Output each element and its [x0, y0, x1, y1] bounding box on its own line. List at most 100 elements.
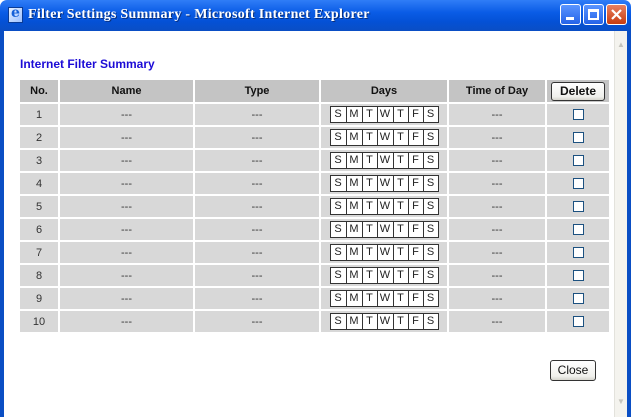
delete-checkbox[interactable]: [572, 293, 584, 305]
day-cell: W: [376, 176, 393, 191]
row-time-of-day: ---: [449, 127, 545, 148]
delete-checkbox[interactable]: [572, 270, 584, 282]
row-type: ---: [195, 219, 319, 240]
day-cell: T: [361, 245, 377, 260]
row-name: ---: [60, 311, 193, 332]
day-cell: W: [376, 291, 393, 306]
day-cell: T: [361, 199, 377, 214]
table-row: 2 --- --- S M T W T F S ---: [20, 127, 609, 148]
day-cell: M: [345, 107, 362, 122]
day-cell: W: [376, 130, 393, 145]
day-cell: W: [376, 245, 393, 260]
day-cell: M: [345, 314, 362, 329]
row-number: 2: [20, 127, 58, 148]
days-grid: SMTWTFS: [329, 152, 439, 169]
row-number: 4: [20, 173, 58, 194]
row-number: 7: [20, 242, 58, 263]
day-cell: T: [361, 130, 377, 145]
row-days: SMTWTFS: [321, 242, 447, 263]
day-cell: S: [422, 314, 438, 329]
row-name: ---: [60, 150, 193, 171]
row-name: ---: [60, 265, 193, 286]
delete-checkbox[interactable]: [572, 109, 584, 121]
row-time-of-day: ---: [449, 288, 545, 309]
delete-button[interactable]: Delete: [551, 81, 605, 101]
day-cell: W: [376, 153, 393, 168]
day-cell: M: [345, 153, 362, 168]
day-cell: T: [361, 314, 377, 329]
scroll-down-arrow-icon[interactable]: ▼: [615, 396, 627, 408]
delete-checkbox[interactable]: [572, 224, 584, 236]
delete-checkbox[interactable]: [572, 247, 584, 259]
table-row: 10 --- --- S M T W T F S ---: [20, 311, 609, 332]
close-button[interactable]: Close: [550, 360, 596, 381]
day-cell: S: [422, 291, 438, 306]
day-cell: M: [345, 176, 362, 191]
row-days: SMTWTFS: [321, 196, 447, 217]
day-cell: F: [407, 245, 423, 260]
row-number: 8: [20, 265, 58, 286]
day-cell: S: [334, 200, 342, 212]
close-icon[interactable]: [606, 4, 627, 25]
day-cell: T: [392, 130, 408, 145]
day-cell: W: [376, 107, 393, 122]
window-title: Filter Settings Summary - Microsoft Inte…: [28, 7, 370, 22]
row-time-of-day: ---: [449, 104, 545, 125]
day-cell: F: [407, 107, 423, 122]
row-type: ---: [195, 311, 319, 332]
scroll-up-arrow-icon[interactable]: ▲: [615, 39, 627, 51]
column-header-time-of-day: Time of Day: [449, 80, 545, 102]
day-cell: W: [376, 268, 393, 283]
delete-checkbox[interactable]: [572, 178, 584, 190]
row-type: ---: [195, 104, 319, 125]
table-row: 7 --- --- S M T W T F S ---: [20, 242, 609, 263]
day-cell: T: [392, 314, 408, 329]
day-cell: F: [407, 176, 423, 191]
page-heading: Internet Filter Summary: [20, 57, 155, 71]
window-frame-right: [627, 31, 631, 417]
row-type: ---: [195, 196, 319, 217]
row-days: SMTWTFS: [321, 173, 447, 194]
day-cell: S: [334, 315, 342, 327]
day-cell: S: [334, 131, 342, 143]
column-header-type: Type: [195, 80, 319, 102]
delete-checkbox[interactable]: [572, 132, 584, 144]
row-type: ---: [195, 288, 319, 309]
minimize-icon[interactable]: [560, 4, 581, 25]
column-header-no: No.: [20, 80, 58, 102]
row-time-of-day: ---: [449, 219, 545, 240]
column-header-name: Name: [60, 80, 193, 102]
window-title-bar[interactable]: Filter Settings Summary - Microsoft Inte…: [0, 0, 631, 31]
row-days: SMTWTFS: [321, 288, 447, 309]
vertical-scrollbar[interactable]: ▲ ▼: [614, 31, 627, 417]
day-cell: S: [422, 199, 438, 214]
row-name: ---: [60, 242, 193, 263]
day-cell: S: [422, 130, 438, 145]
day-cell: M: [345, 222, 362, 237]
row-number: 9: [20, 288, 58, 309]
row-delete: [547, 288, 609, 309]
column-header-days: Days: [321, 80, 447, 102]
day-cell: S: [422, 153, 438, 168]
delete-checkbox[interactable]: [572, 201, 584, 213]
row-name: ---: [60, 219, 193, 240]
day-cell: S: [334, 269, 342, 281]
row-days: SMTWTFS: [321, 150, 447, 171]
day-cell: S: [334, 292, 342, 304]
row-name: ---: [60, 173, 193, 194]
delete-checkbox[interactable]: [572, 316, 584, 328]
maximize-icon[interactable]: [583, 4, 604, 25]
days-grid: SMTWTFS: [329, 244, 439, 261]
table-row: 1 --- --- S M T W T F S ---: [20, 104, 609, 125]
row-type: ---: [195, 265, 319, 286]
day-cell: M: [345, 130, 362, 145]
row-type: ---: [195, 150, 319, 171]
delete-checkbox[interactable]: [572, 155, 584, 167]
row-time-of-day: ---: [449, 265, 545, 286]
row-days: SMTWTFS: [321, 219, 447, 240]
row-time-of-day: ---: [449, 242, 545, 263]
day-cell: W: [376, 222, 393, 237]
day-cell: F: [407, 314, 423, 329]
row-time-of-day: ---: [449, 196, 545, 217]
day-cell: S: [334, 223, 342, 235]
